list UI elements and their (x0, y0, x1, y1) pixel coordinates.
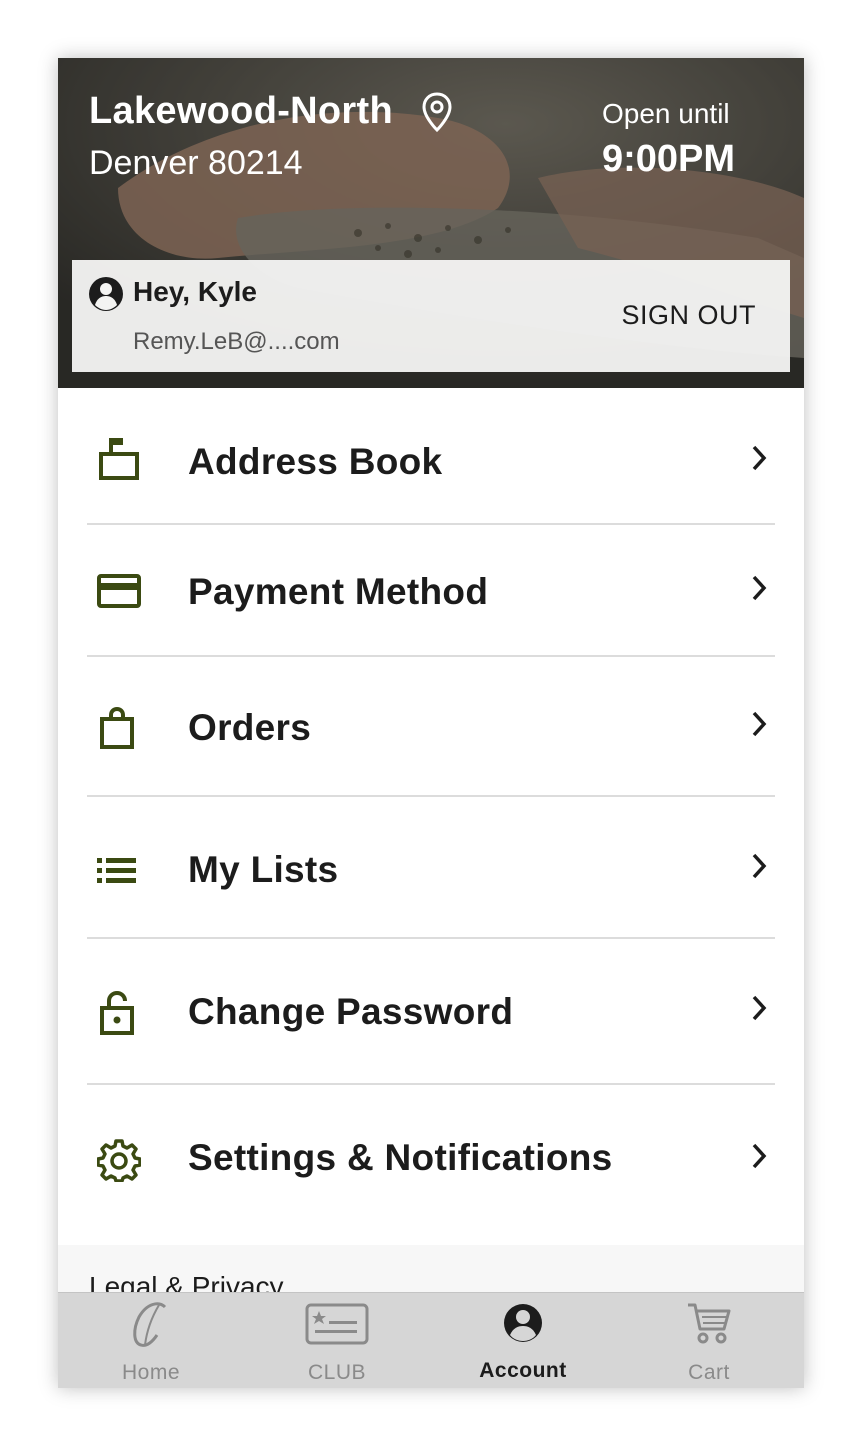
chevron-right-icon (749, 1142, 769, 1175)
menu-item-my-lists[interactable]: My Lists (87, 797, 775, 939)
chevron-right-icon (749, 710, 769, 743)
club-card-icon (305, 1303, 369, 1350)
chevron-right-icon (749, 444, 769, 477)
open-time: 9:00PM (602, 138, 736, 180)
tab-cart[interactable]: Cart (616, 1293, 802, 1388)
gear-icon (96, 1138, 142, 1187)
menu-item-settings-notifications[interactable]: Settings & Notifications (87, 1085, 775, 1245)
tab-label: Home (121, 1361, 181, 1384)
tab-account[interactable]: Account (430, 1293, 616, 1388)
user-avatar-icon (88, 276, 124, 317)
store-city-zip: Denver 80214 (89, 144, 303, 182)
menu-item-orders[interactable]: Orders (87, 657, 775, 797)
menu-item-label: Orders (188, 707, 312, 748)
cart-icon (686, 1301, 732, 1350)
mailbox-icon (97, 434, 141, 487)
sign-out-button[interactable]: SIGN OUT (621, 300, 756, 331)
chevron-right-icon (749, 994, 769, 1027)
store-name[interactable]: Lakewood-North (89, 90, 393, 133)
menu-item-label: Settings & Notifications (188, 1137, 613, 1178)
menu-item-payment-method[interactable]: Payment Method (87, 525, 775, 657)
menu-item-address-book[interactable]: Address Book (87, 388, 775, 525)
user-greeting: Hey, Kyle (133, 276, 257, 307)
tab-club[interactable]: CLUB (244, 1293, 430, 1388)
shopping-bag-icon (97, 706, 137, 754)
menu-item-label: Change Password (188, 991, 514, 1032)
chevron-right-icon (749, 852, 769, 885)
lock-icon (97, 990, 137, 1040)
account-icon (503, 1303, 543, 1348)
menu-item-label: Payment Method (188, 571, 489, 612)
credit-card-icon (97, 574, 141, 613)
phone-screen: Lakewood-North Denver 80214 Open until 9… (58, 58, 804, 1388)
tab-label: CLUB (307, 1361, 367, 1384)
home-logo-icon (129, 1299, 173, 1356)
user-card: Hey, Kyle Remy.LeB@....com SIGN OUT (72, 260, 790, 372)
tab-label: Cart (688, 1361, 730, 1384)
menu-item-label: My Lists (188, 849, 339, 890)
location-pin-icon[interactable] (422, 92, 452, 137)
tab-label: Account (479, 1359, 567, 1382)
open-until-label: Open until (602, 98, 730, 129)
store-hero: Lakewood-North Denver 80214 Open until 9… (58, 58, 804, 388)
tab-home[interactable]: Home (58, 1293, 244, 1388)
chevron-right-icon (749, 574, 769, 607)
menu-item-label: Address Book (188, 441, 443, 482)
user-email: Remy.LeB@....com (133, 328, 340, 355)
menu-item-change-password[interactable]: Change Password (87, 939, 775, 1085)
list-icon (97, 856, 137, 891)
bottom-tab-bar: Home CLUB Account Cart (58, 1292, 804, 1388)
